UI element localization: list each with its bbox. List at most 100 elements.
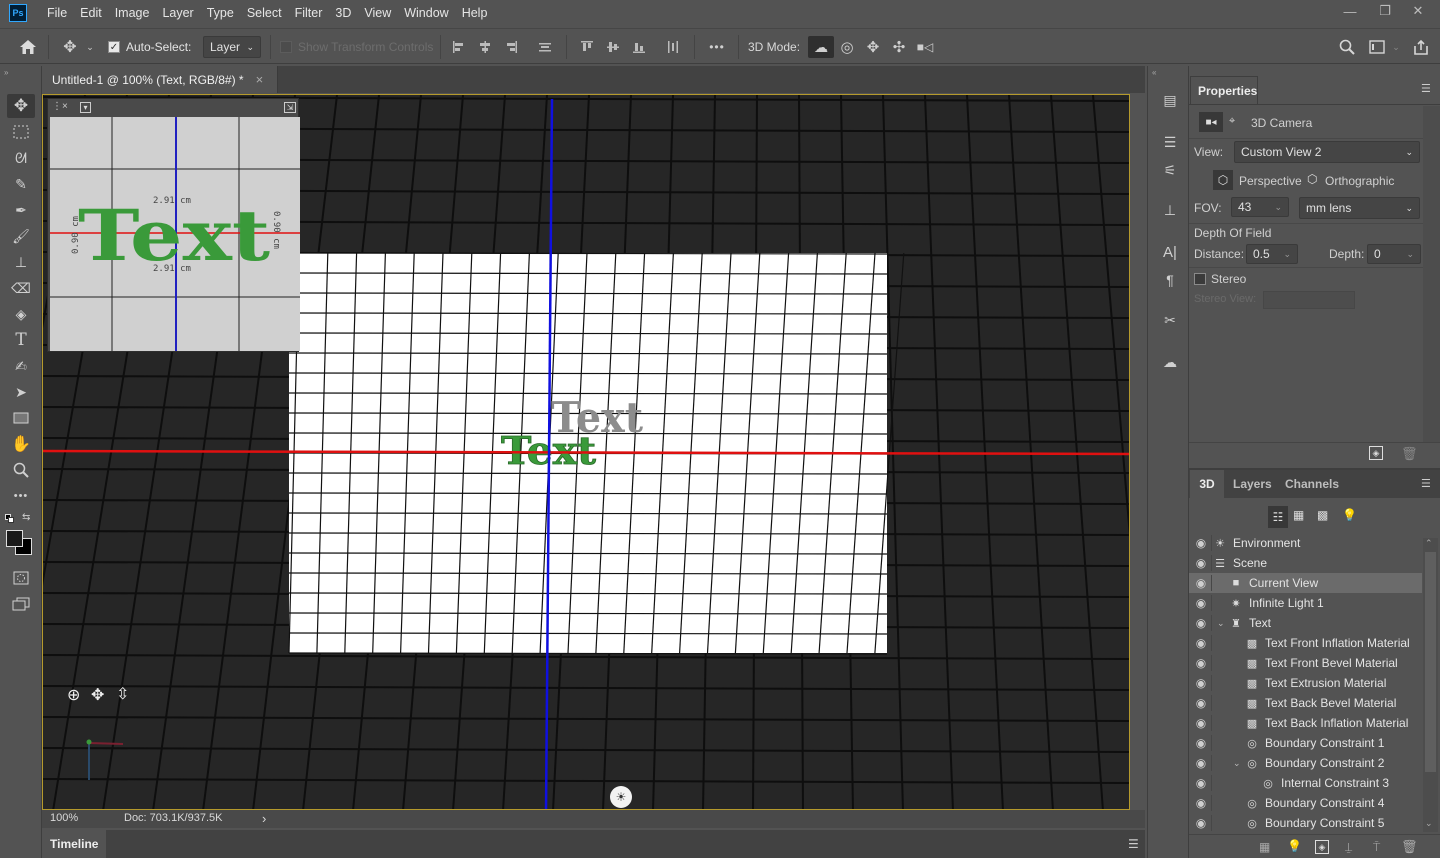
scene-tree-item[interactable]: ◉ ▩ Text Back Bevel Material [1189, 693, 1422, 713]
visibility-eye-icon[interactable]: ◉ [1193, 653, 1209, 673]
close-window-button[interactable]: ✕ [1396, 0, 1440, 22]
expand-chevron-icon[interactable]: ⌄ [1217, 618, 1225, 629]
pen-tool[interactable]: ✍ [7, 354, 35, 378]
filter-meshes-button[interactable]: ▦ [1293, 508, 1304, 522]
scene-tree-item[interactable]: ◉ ☰ Scene [1189, 553, 1422, 573]
zoom-tool[interactable] [7, 458, 35, 482]
share-button[interactable] [1410, 36, 1432, 58]
scene-tree-item[interactable]: ◉ ▩ Text Back Inflation Material [1189, 713, 1422, 733]
lasso-tool[interactable]: ᘛ [7, 146, 35, 170]
menu-select[interactable]: Select [247, 6, 282, 20]
swap-view-icon[interactable]: ⇲ [284, 102, 296, 113]
align-vertical-centers-button[interactable] [604, 36, 622, 58]
align-horizontal-centers-button[interactable] [476, 36, 494, 58]
visibility-eye-icon[interactable]: ◉ [1193, 793, 1209, 813]
menu-edit[interactable]: Edit [80, 6, 102, 20]
document-tab[interactable]: Untitled-1 @ 100% (Text, RGB/8#) * × [42, 66, 278, 93]
timeline-menu-icon[interactable]: ☰ [1128, 837, 1139, 851]
secondary-view-menu-icon[interactable]: ⋮× [52, 101, 68, 112]
delete-properties-button[interactable]: 🗑 [1401, 446, 1418, 462]
lens-unit-dropdown[interactable]: mm lens ⌄ [1299, 197, 1420, 219]
visibility-eye-icon[interactable]: ◉ [1193, 813, 1209, 833]
auto-select-toggle[interactable]: ✓ Auto-Select: [108, 36, 191, 58]
scene-tree-item[interactable]: ◉ ◎ Internal Constraint 3 [1189, 773, 1422, 793]
distance-input[interactable]: 0.5 ⌄ [1246, 244, 1298, 264]
orbit-3d-camera-button[interactable]: ☁ [808, 36, 834, 58]
scene-tree-item[interactable]: ◉ ☀ Environment [1189, 533, 1422, 553]
scene-tree-item[interactable]: ◉ ▩ Text Extrusion Material [1189, 673, 1422, 693]
align-left-edges-button[interactable] [450, 36, 468, 58]
workspace-button[interactable] [1366, 36, 1388, 58]
search-button[interactable] [1336, 36, 1358, 58]
distribute-horizontal-button[interactable] [664, 36, 682, 58]
menu-layer[interactable]: Layer [162, 6, 193, 20]
brushes-button[interactable]: ⚟ [1157, 158, 1183, 182]
visibility-eye-icon[interactable]: ◉ [1193, 613, 1209, 633]
auto-select-target-dropdown[interactable]: Layer ⌄ [203, 36, 261, 58]
distribute-vertical-button[interactable] [536, 36, 554, 58]
default-colors-button[interactable] [5, 514, 15, 524]
orbit-3d-widget-icon[interactable]: ⊕ [67, 685, 80, 705]
marquee-tool[interactable] [7, 120, 35, 144]
visibility-eye-icon[interactable]: ◉ [1193, 673, 1209, 693]
scene-tree-item[interactable]: ◉ ⌄ ◎ Boundary Constraint 2 [1189, 753, 1422, 773]
type-tool[interactable]: T [7, 328, 35, 352]
orthographic-label[interactable]: Orthographic [1325, 174, 1394, 188]
coordinates-icon[interactable]: ⌖ [1229, 115, 1235, 128]
move-tool-preset[interactable]: ✥ [58, 36, 82, 58]
select-view-icon[interactable]: ▾ [80, 102, 91, 113]
eyedropper-tool[interactable]: ✒ [7, 198, 35, 222]
zoom-3d-camera-button[interactable]: ■◁ [914, 36, 936, 58]
dolly-3d-widget-icon[interactable]: ⇳ [116, 684, 129, 704]
visibility-eye-icon[interactable]: ◉ [1193, 553, 1209, 573]
brush-settings-button[interactable]: ☰ [1157, 130, 1183, 154]
scroll-up-icon[interactable]: ⌃ [1425, 538, 1433, 549]
quick-mask-button[interactable] [7, 566, 35, 590]
infinite-light-handle[interactable]: ☀ [610, 786, 632, 808]
menu-type[interactable]: Type [207, 6, 234, 20]
scene-tree-item[interactable]: ◉ ▩ Text Front Inflation Material [1189, 633, 1422, 653]
libraries-button[interactable]: ☁ [1157, 350, 1183, 374]
show-transform-checkbox[interactable] [280, 41, 292, 53]
edit-toolbar-button[interactable]: ••• [7, 484, 35, 508]
home-button[interactable] [16, 36, 40, 58]
move-tool[interactable]: ✥ [7, 94, 35, 118]
paint-bucket-tool[interactable]: ◈ [7, 302, 35, 326]
collapse-toolbar-icon[interactable]: » [4, 68, 8, 77]
history-panel-button[interactable]: ▤ [1157, 88, 1183, 112]
character-panel-button[interactable]: A| [1157, 240, 1183, 264]
depth-input[interactable]: 0 ⌄ [1367, 244, 1421, 264]
menu-filter[interactable]: Filter [295, 6, 323, 20]
pan-3d-camera-button[interactable]: ✥ [862, 36, 884, 58]
brush-tool[interactable]: 🖌 [7, 224, 35, 248]
delete-3d-item-button[interactable]: 🗑 [1401, 839, 1418, 855]
fov-input[interactable]: 43 ⌄ [1231, 197, 1289, 217]
visibility-eye-icon[interactable]: ◉ [1193, 573, 1209, 593]
orthographic-cube-icon[interactable]: ⬡ [1307, 172, 1317, 186]
hand-tool[interactable]: ✋ [7, 432, 35, 456]
clone-stamp-tool[interactable]: ⊥ [7, 250, 35, 274]
zoom-level[interactable]: 100% [50, 812, 78, 824]
scene-tree-item[interactable]: ◉ ◎ Boundary Constraint 4 [1189, 793, 1422, 813]
add-mesh-button[interactable]: ▦ [1259, 840, 1270, 854]
scene-tree-item[interactable]: ◉ ◎ Boundary Constraint 1 [1189, 733, 1422, 753]
visibility-eye-icon[interactable]: ◉ [1193, 773, 1209, 793]
workspace-dropdown[interactable]: ⌄ [1390, 36, 1402, 58]
filter-whole-scene-button[interactable]: ☷ [1268, 506, 1288, 528]
add-light-button[interactable]: 💡 [1287, 839, 1302, 853]
tab-3d[interactable]: 3D [1190, 470, 1224, 498]
scene-tree-item[interactable]: ◉ ◎ Boundary Constraint 5 [1189, 813, 1422, 833]
collapse-strip-icon[interactable]: « [1152, 68, 1156, 77]
scene-tree-item[interactable]: ◉ ✷ Infinite Light 1 [1189, 593, 1422, 613]
menu-image[interactable]: Image [115, 6, 150, 20]
tool-preset-dropdown[interactable]: ⌄ [84, 36, 96, 58]
view-dropdown[interactable]: Custom View 2 ⌄ [1234, 141, 1420, 163]
filter-materials-button[interactable]: ▩ [1317, 508, 1328, 522]
timeline-tab[interactable]: Timeline [42, 830, 106, 858]
render-button[interactable]: ◈ [1369, 446, 1383, 460]
swap-colors-icon[interactable]: ⇆ [22, 512, 30, 523]
auto-select-checkbox[interactable]: ✓ [108, 41, 120, 53]
visibility-eye-icon[interactable]: ◉ [1193, 713, 1209, 733]
perspective-button[interactable]: ⬡ [1213, 170, 1233, 190]
screen-mode-button[interactable] [7, 592, 35, 616]
